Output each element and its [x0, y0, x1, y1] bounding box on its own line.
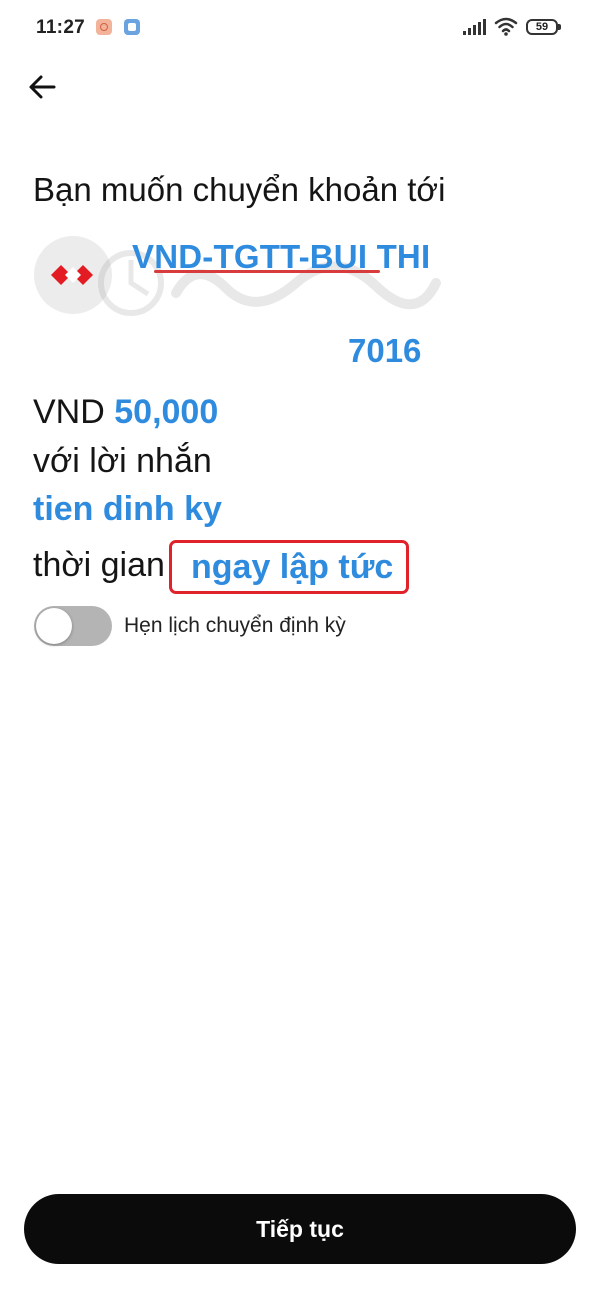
bank-logo-icon	[51, 265, 93, 285]
signal-icon	[463, 19, 486, 35]
back-button[interactable]	[26, 70, 60, 104]
battery-icon: 59	[526, 19, 561, 35]
camera-notification-icon	[96, 19, 112, 35]
bank-logo	[34, 236, 112, 314]
app-notification-icon	[124, 19, 140, 35]
message-value: tien dinh ky	[33, 490, 222, 528]
amount-line: VND 50,000	[33, 393, 218, 432]
time-value-box: ngay lập tức	[169, 540, 409, 594]
schedule-toggle[interactable]	[34, 606, 112, 646]
wifi-icon	[494, 17, 518, 36]
underline-annotation	[154, 270, 380, 273]
continue-button[interactable]: Tiếp tục	[24, 1194, 576, 1264]
status-time: 11:27	[36, 17, 86, 38]
schedule-label: Hẹn lịch chuyển định kỳ	[124, 614, 346, 637]
toggle-knob	[36, 608, 72, 644]
arrow-left-icon	[29, 75, 56, 99]
time-value: ngay lập tức	[191, 548, 394, 586]
message-label: với lời nhắn	[33, 442, 212, 480]
time-label: thời gian	[33, 546, 165, 584]
page-title: Bạn muốn chuyển khoản tới	[33, 171, 446, 208]
status-bar: 11:27 59	[0, 0, 600, 56]
amount-value: 50,000	[114, 393, 219, 431]
account-number: 7016	[348, 332, 422, 369]
currency-label: VND	[33, 393, 105, 431]
